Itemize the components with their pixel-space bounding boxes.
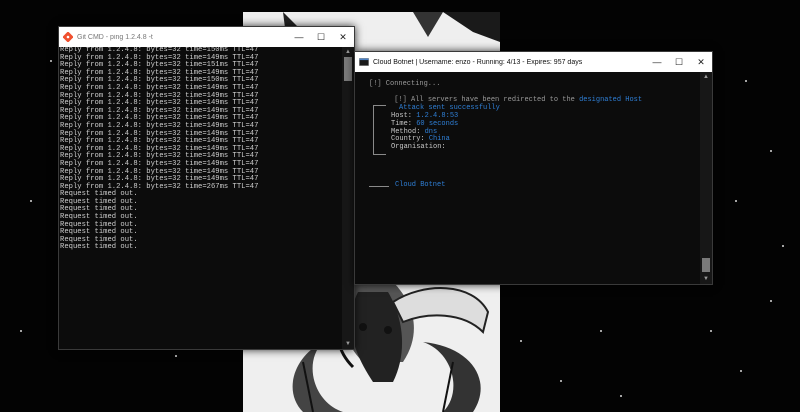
maximize-button[interactable]: ☐ <box>668 52 690 72</box>
footer-label: Cloud Botnet <box>395 181 446 189</box>
git-cmd-window[interactable]: Git CMD - ping 1.2.4.8 -t — ☐ ✕ Reply fr… <box>58 26 355 350</box>
git-cmd-titlebar[interactable]: Git CMD - ping 1.2.4.8 -t — ☐ ✕ <box>59 27 354 47</box>
git-cmd-title: Git CMD - ping 1.2.4.8 -t <box>77 33 153 41</box>
scroll-up-arrow-icon[interactable]: ▲ <box>700 72 712 82</box>
attack-details: Host: 1.2.4.8:53 Time: 60 seconds Method: … <box>391 112 459 152</box>
attack-field-row: Organisation: <box>391 143 458 152</box>
maximize-button[interactable]: ☐ <box>310 27 332 47</box>
attack-field-label: Time: <box>391 119 413 128</box>
output-line: Request timed out. <box>60 243 138 252</box>
scroll-thumb[interactable] <box>344 57 352 81</box>
minimize-button[interactable]: — <box>288 27 310 47</box>
close-button[interactable]: ✕ <box>332 27 354 47</box>
close-button[interactable]: ✕ <box>690 52 712 72</box>
connecting-line: [!] Connecting... <box>369 80 441 88</box>
attack-field-label: Method: <box>391 127 421 136</box>
attack-field-value: China <box>428 135 450 144</box>
footer-divider <box>369 186 389 187</box>
terminal-icon <box>359 58 369 66</box>
git-cmd-scrollbar[interactable]: ▲ ▼ <box>342 47 354 349</box>
git-cmd-output[interactable]: Reply from 1.2.4.8: bytes=32 time=150ms … <box>59 47 342 349</box>
attack-field-label: Organisation: <box>391 143 446 152</box>
scroll-down-arrow-icon[interactable]: ▼ <box>342 339 354 349</box>
scroll-down-arrow-icon[interactable]: ▼ <box>700 274 712 284</box>
attack-field-label: Country: <box>391 135 425 144</box>
minimize-button[interactable]: — <box>646 52 668 72</box>
designated-host-text: designated Host <box>579 95 643 104</box>
botnet-window[interactable]: Cloud Botnet | Username: enzo - Running:… <box>354 51 713 285</box>
botnet-titlebar[interactable]: Cloud Botnet | Username: enzo - Running:… <box>355 52 712 72</box>
attack-field-label: Host: <box>391 112 413 120</box>
scroll-up-arrow-icon[interactable]: ▲ <box>342 47 354 57</box>
git-icon <box>63 32 73 42</box>
scroll-thumb[interactable] <box>702 258 710 272</box>
attack-field-value: dns <box>424 127 438 136</box>
attack-field-value: 1.2.4.8:53 <box>416 112 459 120</box>
botnet-title: Cloud Botnet | Username: enzo - Running:… <box>373 58 583 66</box>
attack-box-bracket <box>373 105 386 155</box>
attack-field-value: 60 seconds <box>416 119 459 128</box>
botnet-scrollbar[interactable]: ▲ ▼ <box>700 72 712 284</box>
botnet-output[interactable]: [!] Connecting... [!] All servers have b… <box>355 72 700 284</box>
